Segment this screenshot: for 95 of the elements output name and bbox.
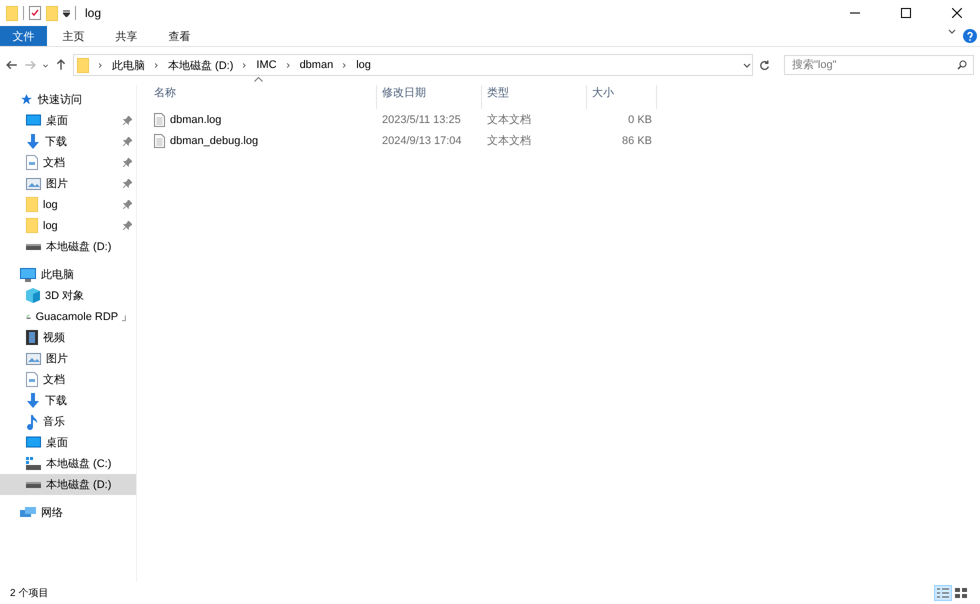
folder-icon xyxy=(26,197,38,212)
sidebar-item[interactable]: Guacamole RDP 」 xyxy=(0,306,136,327)
large-icons-view-button[interactable] xyxy=(952,585,970,601)
sidebar-item[interactable]: log xyxy=(0,194,136,215)
down-arrow-icon xyxy=(26,134,40,149)
back-icon[interactable] xyxy=(6,59,18,71)
search-icon xyxy=(957,60,967,70)
ribbon-tab[interactable]: 主页 xyxy=(47,26,100,46)
pin-icon xyxy=(123,221,132,230)
refresh-icon[interactable] xyxy=(759,60,770,70)
picture-icon xyxy=(26,178,41,190)
details-view-button[interactable] xyxy=(934,585,952,601)
file-name[interactable]: dbman.log xyxy=(149,112,377,126)
sidebar-item[interactable]: 桌面 xyxy=(0,432,136,453)
text-file-icon xyxy=(154,112,165,126)
down-arrow-icon xyxy=(26,393,40,408)
column-header[interactable]: 大小 xyxy=(587,85,657,109)
text-file-icon xyxy=(154,134,165,148)
ribbon-tab[interactable]: 查看 xyxy=(153,26,206,46)
sidebar-item[interactable]: 图片 xyxy=(0,348,136,369)
desktop-icon xyxy=(26,436,41,449)
star-icon xyxy=(20,93,33,106)
document-icon xyxy=(26,155,38,170)
table-cell-text: 文本文档 xyxy=(486,112,532,127)
pin-icon xyxy=(123,200,132,209)
chevron-right-icon[interactable] xyxy=(341,62,348,68)
sidebar-item[interactable]: 桌面 xyxy=(0,110,136,131)
drive-icon xyxy=(26,480,41,488)
table-cell-text: 0 KB xyxy=(627,114,653,126)
column-header[interactable]: 修改日期 xyxy=(377,85,482,109)
sidebar-item[interactable]: 下载 xyxy=(0,390,136,411)
file-name[interactable]: dbman_debug.log xyxy=(149,134,377,148)
ribbon-tab[interactable]: 共享 xyxy=(100,26,153,46)
desktop-icon xyxy=(26,114,41,127)
sidebar-item[interactable]: 快速访问 xyxy=(0,89,136,110)
chevron-right-icon[interactable] xyxy=(241,62,248,68)
sidebar-item[interactable]: 3D 对象 xyxy=(0,285,136,306)
large-icons-icon xyxy=(955,588,967,598)
pin-icon xyxy=(123,137,132,146)
pin-icon xyxy=(123,158,132,167)
sidebar-item[interactable]: 视频 xyxy=(0,327,136,348)
sidebar-item[interactable]: 音乐 xyxy=(0,411,136,432)
table-cell-text: 86 KB xyxy=(621,134,653,146)
chevron-right-icon[interactable] xyxy=(284,62,292,68)
breadcrumb-item[interactable]: log xyxy=(356,59,371,71)
search-field[interactable]: 搜索"log" xyxy=(784,55,974,75)
pin-icon xyxy=(123,179,132,188)
sidebar-item[interactable]: 图片 xyxy=(0,173,136,194)
sidebar-item[interactable]: 此电脑 xyxy=(0,264,136,285)
folder-icon xyxy=(46,6,58,20)
breadcrumb-item[interactable]: 本地磁盘 (D:) xyxy=(168,58,234,72)
sidebar-item[interactable]: 本地磁盘 (C:) xyxy=(0,453,136,474)
dropdown-icon[interactable] xyxy=(63,10,70,16)
address-bar[interactable]: 此电脑 本地磁盘 (D:) IMC dbman log xyxy=(73,54,753,76)
window-title: log xyxy=(85,6,102,20)
document-icon xyxy=(26,372,38,387)
network-icon xyxy=(20,506,36,520)
pin-icon xyxy=(123,116,132,125)
sidebar-item[interactable]: 本地磁盘 (D:) xyxy=(0,474,136,495)
music-note-icon xyxy=(26,414,38,430)
sidebar-item[interactable]: 本地磁盘 (D:) xyxy=(0,236,136,257)
breadcrumb-item[interactable]: 此电脑 xyxy=(112,58,145,72)
folder-icon xyxy=(6,6,18,20)
table-cell-text: 文本文档 xyxy=(486,134,532,148)
breadcrumb-item[interactable]: IMC xyxy=(256,59,277,71)
chevron-right-icon[interactable] xyxy=(153,62,160,68)
film-icon xyxy=(26,330,38,345)
chevron-right-icon[interactable] xyxy=(97,62,104,68)
folder-icon xyxy=(26,218,38,233)
help-icon[interactable] xyxy=(963,29,977,43)
details-view-icon xyxy=(937,588,949,598)
column-header[interactable]: 类型 xyxy=(482,85,587,109)
cube-icon xyxy=(26,288,40,303)
breadcrumb-item[interactable]: dbman xyxy=(300,59,334,71)
picture-icon xyxy=(26,352,41,364)
up-arrow-icon[interactable] xyxy=(55,59,67,71)
maximize-icon xyxy=(901,8,911,18)
recent-locations-icon[interactable] xyxy=(42,62,49,68)
sidebar-item[interactable]: 文档 xyxy=(0,152,136,173)
sidebar-item[interactable]: 网络 xyxy=(0,502,136,523)
column-header[interactable]: 名称 xyxy=(149,85,377,109)
folder-icon xyxy=(77,58,89,72)
ribbon-tab[interactable]: 文件 xyxy=(0,26,47,46)
sidebar-item[interactable]: 下载 xyxy=(0,131,136,152)
table-cell-text: 2024/9/13 17:04 xyxy=(381,134,463,146)
computer-icon xyxy=(20,268,36,282)
sort-up-icon xyxy=(254,77,263,82)
drive-icon xyxy=(26,242,41,250)
sidebar-item[interactable]: 文档 xyxy=(0,369,136,390)
drive-icon xyxy=(26,457,41,470)
item-count: 2 个项目 xyxy=(10,587,50,600)
close-icon xyxy=(952,8,962,18)
properties-icon[interactable] xyxy=(29,6,41,20)
sidebar-item[interactable]: log xyxy=(0,215,136,236)
table-cell-text: 2023/5/11 13:25 xyxy=(381,114,462,126)
